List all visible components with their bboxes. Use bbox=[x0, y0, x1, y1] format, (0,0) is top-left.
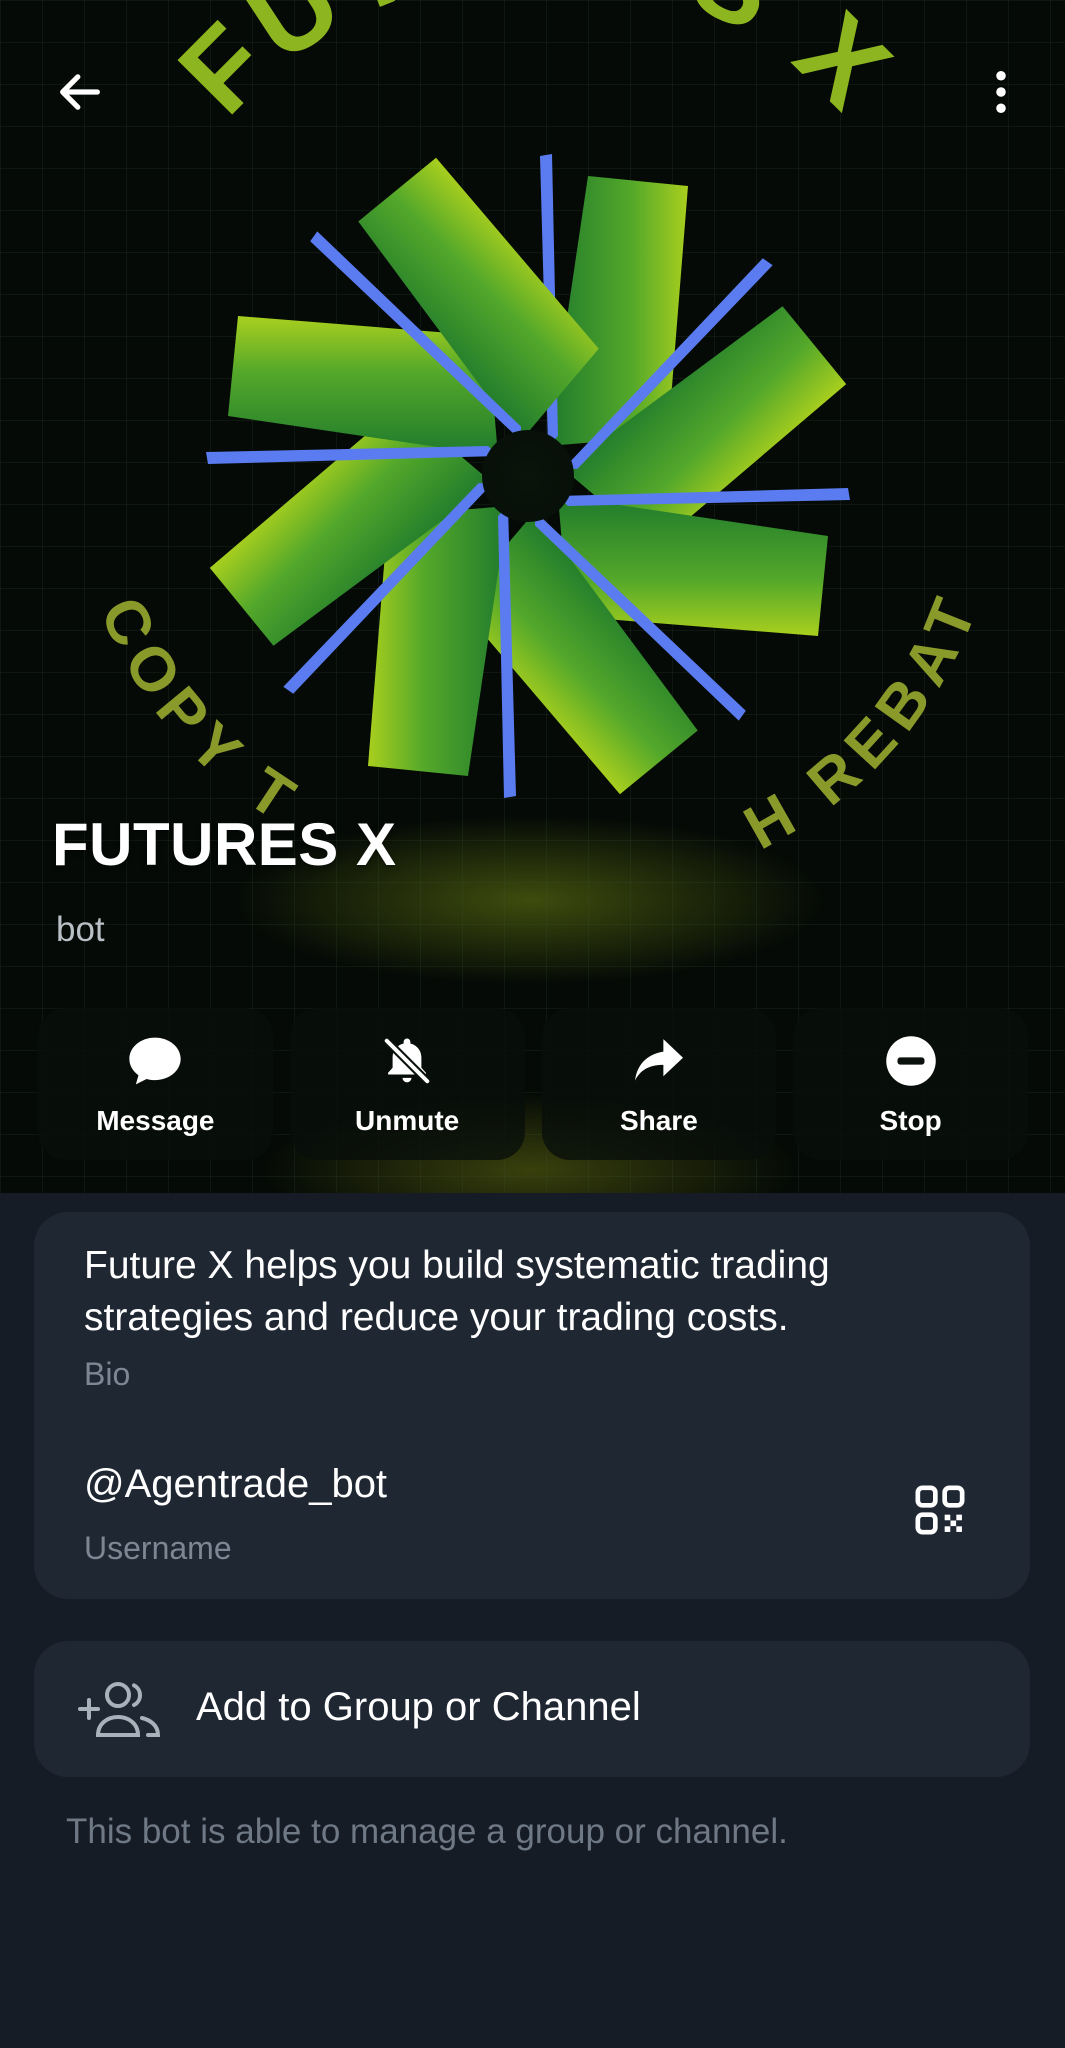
share-arrow-icon bbox=[629, 1031, 689, 1091]
bio-text[interactable]: Future X helps you build systematic trad… bbox=[84, 1240, 964, 1344]
profile-name: FUTURES X bbox=[52, 811, 397, 878]
unmute-label: Unmute bbox=[355, 1105, 460, 1136]
qr-code-button[interactable] bbox=[910, 1480, 970, 1540]
back-button[interactable] bbox=[40, 52, 120, 132]
message-label: Message bbox=[96, 1105, 215, 1136]
qr-code-icon bbox=[915, 1485, 965, 1535]
info-card: Future X helps you build systematic trad… bbox=[34, 1212, 1030, 1599]
more-vertical-icon bbox=[996, 70, 1006, 114]
add-users-icon bbox=[78, 1682, 161, 1737]
share-button[interactable]: Share bbox=[541, 1008, 777, 1160]
share-label: Share bbox=[619, 1105, 698, 1136]
add-to-group-label: Add to Group or Channel bbox=[196, 1685, 641, 1729]
bot-capability-note: This bot is able to manage a group or ch… bbox=[66, 1812, 788, 1851]
arrow-left-icon bbox=[60, 74, 100, 110]
logo-bottom-right-text: H REBATE bbox=[0, 0, 993, 863]
profile-type: bot bbox=[56, 910, 105, 949]
stop-label: Stop bbox=[879, 1105, 942, 1136]
stop-circle-icon bbox=[881, 1031, 941, 1091]
action-bar: Message Unmute Share Stop bbox=[38, 1008, 1028, 1160]
bio-label: Bio bbox=[84, 1356, 131, 1392]
username-label: Username bbox=[84, 1530, 232, 1566]
stop-button[interactable]: Stop bbox=[793, 1008, 1028, 1160]
bell-off-icon bbox=[377, 1031, 437, 1091]
unmute-button[interactable]: Unmute bbox=[289, 1008, 525, 1160]
username-text[interactable]: @Agentrade_bot bbox=[84, 1462, 387, 1507]
profile-header: FUTURES X COPY T H REBATE bbox=[0, 0, 1065, 1193]
pinwheel-emblem bbox=[187, 135, 869, 817]
more-options-button[interactable] bbox=[961, 52, 1041, 132]
logo-top-text: FUTURES X bbox=[155, 0, 919, 137]
message-icon bbox=[125, 1031, 185, 1091]
message-button[interactable]: Message bbox=[38, 1008, 273, 1160]
add-to-group-button[interactable]: Add to Group or Channel bbox=[34, 1641, 1030, 1777]
